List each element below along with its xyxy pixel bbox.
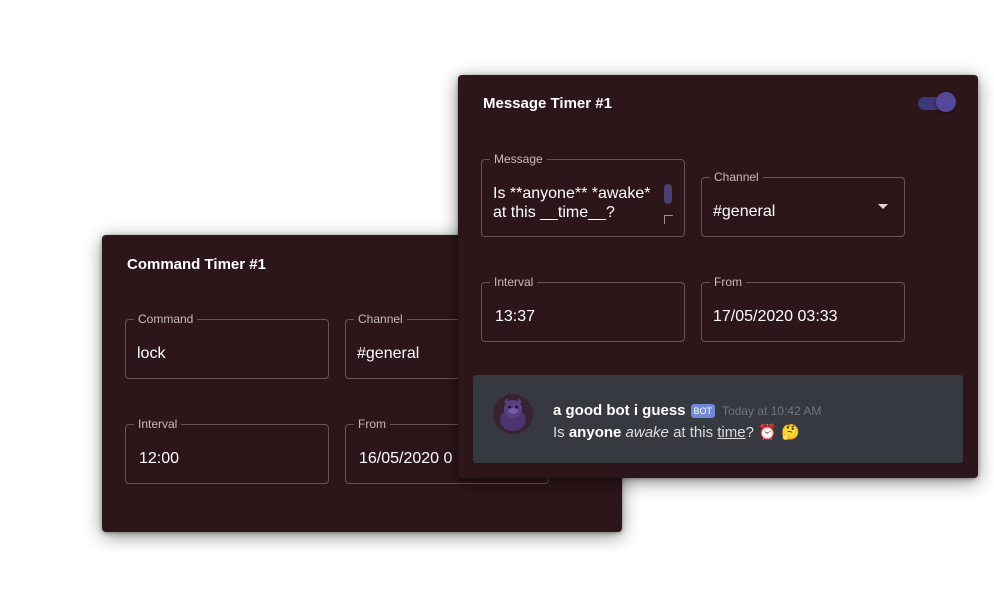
enable-toggle[interactable] — [918, 92, 956, 112]
resize-handle-icon[interactable] — [664, 215, 673, 224]
command-interval-field[interactable]: Interval 12:00 — [125, 416, 329, 484]
msg-word-at-this: at this — [673, 424, 714, 441]
command-field-label: Command — [134, 311, 198, 327]
author-name: a good bot i guess — [553, 402, 686, 419]
message-timestamp: Today at 10:42 AM — [722, 403, 822, 418]
message-channel-select[interactable]: Channel #general — [701, 169, 905, 237]
dropdown-arrow-icon[interactable] — [878, 204, 888, 209]
command-field-value: lock — [137, 345, 166, 362]
message-preview: a good bot i guess BOT Today at 10:42 AM… — [473, 375, 963, 463]
msg-word-awake: awake — [625, 424, 669, 441]
command-interval-value: 12:00 — [139, 450, 180, 467]
message-timer-card: Message Timer #1 Message Is **anyone** *… — [458, 75, 978, 478]
message-timer-title: Message Timer #1 — [483, 95, 612, 112]
msg-word-time: time — [717, 424, 746, 441]
msg-word-anyone: anyone — [568, 424, 622, 441]
message-textarea[interactable]: Message Is **anyone** *awake* at this __… — [481, 151, 685, 237]
message-interval-value: 13:37 — [495, 308, 536, 325]
thinking-face-icon: 🤔 — [780, 424, 800, 441]
message-interval-label: Interval — [490, 274, 538, 290]
message-text: Is **anyone** *awake* at this __time__? — [493, 184, 663, 222]
alarm-clock-icon: ⏰ — [758, 424, 777, 441]
message-interval-field[interactable]: Interval 13:37 — [481, 274, 685, 342]
bot-badge: BOT — [690, 403, 716, 418]
command-from-label: From — [354, 416, 390, 432]
message-text-line-1: Is **anyone** *awake* — [493, 185, 651, 202]
message-from-field[interactable]: From 17/05/2020 03:33 — [701, 274, 905, 342]
command-interval-label: Interval — [134, 416, 182, 432]
message-content: Is anyone awake at this time? ⏰ 🤔 — [553, 423, 800, 441]
command-channel-value: #general — [357, 345, 420, 362]
message-label: Message — [490, 151, 547, 167]
message-channel-label: Channel — [710, 169, 763, 185]
avatar — [493, 394, 533, 434]
msg-word-is: Is — [553, 424, 565, 441]
message-from-value: 17/05/2020 03:33 — [713, 308, 838, 325]
textarea-scrollbar[interactable] — [664, 184, 672, 204]
command-field[interactable]: Command lock — [125, 311, 329, 379]
msg-question-mark: ? — [745, 424, 754, 441]
message-author: a good bot i guess BOT Today at 10:42 AM — [553, 402, 821, 419]
bot-avatar-icon — [493, 394, 533, 434]
command-channel-label: Channel — [354, 311, 407, 327]
command-timer-title: Command Timer #1 — [127, 256, 266, 273]
message-channel-value: #general — [713, 203, 776, 220]
toggle-thumb — [936, 92, 956, 112]
message-text-line-2: at this __time__? — [493, 204, 615, 221]
command-from-value: 16/05/2020 0 — [359, 450, 453, 467]
message-from-label: From — [710, 274, 746, 290]
